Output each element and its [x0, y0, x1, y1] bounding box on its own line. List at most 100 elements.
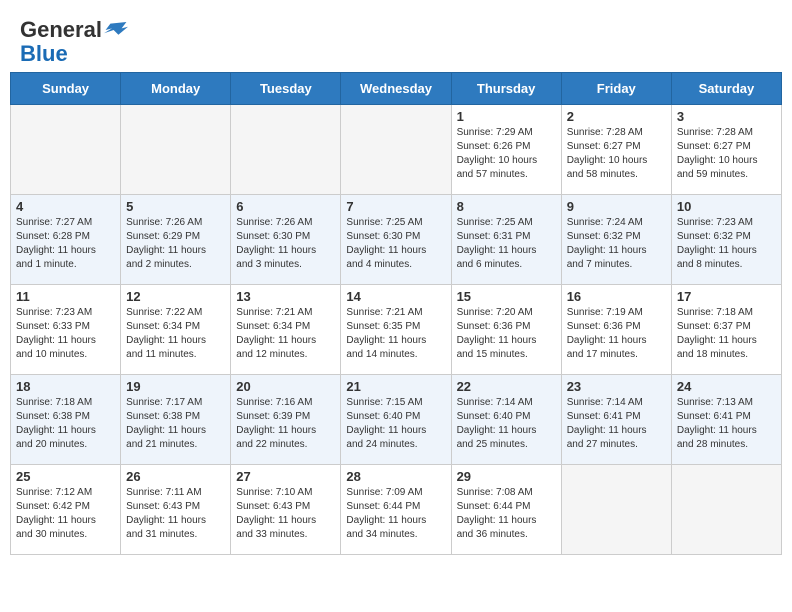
day-number: 2 [567, 109, 666, 124]
day-info: Sunrise: 7:25 AM Sunset: 6:31 PM Dayligh… [457, 216, 556, 272]
day-info: Sunrise: 7:28 AM Sunset: 6:27 PM Dayligh… [677, 126, 776, 182]
day-info: Sunrise: 7:24 AM Sunset: 6:32 PM Dayligh… [567, 216, 666, 272]
calendar-cell: 11Sunrise: 7:23 AM Sunset: 6:33 PM Dayli… [11, 285, 121, 375]
logo-general-text: General [20, 18, 102, 42]
day-number: 7 [346, 199, 445, 214]
calendar-header-row: SundayMondayTuesdayWednesdayThursdayFrid… [11, 73, 782, 105]
day-info: Sunrise: 7:09 AM Sunset: 6:44 PM Dayligh… [346, 486, 445, 542]
day-info: Sunrise: 7:18 AM Sunset: 6:37 PM Dayligh… [677, 306, 776, 362]
day-number: 5 [126, 199, 225, 214]
day-info: Sunrise: 7:14 AM Sunset: 6:41 PM Dayligh… [567, 396, 666, 452]
calendar-cell: 28 Sunrise: 7:09 AM Sunset: 6:44 PM Dayli… [341, 465, 451, 555]
calendar-cell: 14 Sunrise: 7:21 AM Sunset: 6:35 PM Dayli… [341, 285, 451, 375]
day-of-week-header: Thursday [451, 73, 561, 105]
day-info: Sunrise: 7:20 AM Sunset: 6:36 PM Dayligh… [457, 306, 556, 362]
day-info: Sunrise: 7:18 AM Sunset: 6:38 PM Dayligh… [16, 396, 115, 452]
calendar-cell: 6 Sunrise: 7:26 AM Sunset: 6:30 PM Daylig… [231, 195, 341, 285]
calendar-cell: 21 Sunrise: 7:15 AM Sunset: 6:40 PM Dayli… [341, 375, 451, 465]
calendar-cell: 23 Sunrise: 7:14 AM Sunset: 6:41 PM Dayli… [561, 375, 671, 465]
calendar-week-row: 11Sunrise: 7:23 AM Sunset: 6:33 PM Dayli… [11, 285, 782, 375]
day-number: 19 [126, 379, 225, 394]
day-number: 3 [677, 109, 776, 124]
calendar-cell: 24 Sunrise: 7:13 AM Sunset: 6:41 PM Dayli… [671, 375, 781, 465]
calendar-cell [341, 105, 451, 195]
calendar-cell: 27 Sunrise: 7:10 AM Sunset: 6:43 PM Dayli… [231, 465, 341, 555]
day-number: 6 [236, 199, 335, 214]
day-info: Sunrise: 7:21 AM Sunset: 6:35 PM Dayligh… [346, 306, 445, 362]
calendar-cell: 3 Sunrise: 7:28 AM Sunset: 6:27 PM Daylig… [671, 105, 781, 195]
day-of-week-header: Tuesday [231, 73, 341, 105]
day-info: Sunrise: 7:28 AM Sunset: 6:27 PM Dayligh… [567, 126, 666, 182]
calendar-table: SundayMondayTuesdayWednesdayThursdayFrid… [10, 72, 782, 555]
calendar-cell [671, 465, 781, 555]
day-number: 26 [126, 469, 225, 484]
calendar-cell: 20Sunrise: 7:16 AM Sunset: 6:39 PM Dayli… [231, 375, 341, 465]
calendar-cell: 17Sunrise: 7:18 AM Sunset: 6:37 PM Dayli… [671, 285, 781, 375]
calendar-cell: 9 Sunrise: 7:24 AM Sunset: 6:32 PM Daylig… [561, 195, 671, 285]
day-info: Sunrise: 7:08 AM Sunset: 6:44 PM Dayligh… [457, 486, 556, 542]
logo-bird-icon [104, 18, 128, 42]
day-number: 29 [457, 469, 556, 484]
calendar-cell: 18 Sunrise: 7:18 AM Sunset: 6:38 PM Dayli… [11, 375, 121, 465]
day-number: 12 [126, 289, 225, 304]
calendar-cell: 7 Sunrise: 7:25 AM Sunset: 6:30 PM Daylig… [341, 195, 451, 285]
day-number: 28 [346, 469, 445, 484]
calendar-cell: 5 Sunrise: 7:26 AM Sunset: 6:29 PM Daylig… [121, 195, 231, 285]
logo: General Blue [20, 18, 128, 66]
day-number: 18 [16, 379, 115, 394]
calendar-cell: 10 Sunrise: 7:23 AM Sunset: 6:32 PM Dayli… [671, 195, 781, 285]
calendar-cell: 29 Sunrise: 7:08 AM Sunset: 6:44 PM Dayli… [451, 465, 561, 555]
day-number: 24 [677, 379, 776, 394]
day-info: Sunrise: 7:10 AM Sunset: 6:43 PM Dayligh… [236, 486, 335, 542]
day-number: 23 [567, 379, 666, 394]
calendar-week-row: 4Sunrise: 7:27 AM Sunset: 6:28 PM Daylig… [11, 195, 782, 285]
day-number: 25 [16, 469, 115, 484]
day-info: Sunrise: 7:11 AM Sunset: 6:43 PM Dayligh… [126, 486, 225, 542]
day-info: Sunrise: 7:15 AM Sunset: 6:40 PM Dayligh… [346, 396, 445, 452]
day-number: 22 [457, 379, 556, 394]
day-number: 27 [236, 469, 335, 484]
day-info: Sunrise: 7:14 AM Sunset: 6:40 PM Dayligh… [457, 396, 556, 452]
calendar-cell: 19 Sunrise: 7:17 AM Sunset: 6:38 PM Dayli… [121, 375, 231, 465]
header: General Blue [10, 10, 782, 72]
day-info: Sunrise: 7:23 AM Sunset: 6:33 PM Dayligh… [16, 306, 115, 362]
calendar-cell [11, 105, 121, 195]
day-number: 1 [457, 109, 556, 124]
calendar-cell: 25 Sunrise: 7:12 AM Sunset: 6:42 PM Dayli… [11, 465, 121, 555]
day-number: 8 [457, 199, 556, 214]
calendar-cell: 4Sunrise: 7:27 AM Sunset: 6:28 PM Daylig… [11, 195, 121, 285]
day-info: Sunrise: 7:21 AM Sunset: 6:34 PM Dayligh… [236, 306, 335, 362]
day-of-week-header: Wednesday [341, 73, 451, 105]
day-number: 16 [567, 289, 666, 304]
calendar-week-row: 18 Sunrise: 7:18 AM Sunset: 6:38 PM Dayli… [11, 375, 782, 465]
day-number: 9 [567, 199, 666, 214]
calendar-cell [231, 105, 341, 195]
day-info: Sunrise: 7:17 AM Sunset: 6:38 PM Dayligh… [126, 396, 225, 452]
day-info: Sunrise: 7:13 AM Sunset: 6:41 PM Dayligh… [677, 396, 776, 452]
day-info: Sunrise: 7:12 AM Sunset: 6:42 PM Dayligh… [16, 486, 115, 542]
day-number: 21 [346, 379, 445, 394]
day-info: Sunrise: 7:19 AM Sunset: 6:36 PM Dayligh… [567, 306, 666, 362]
logo-blue-text: Blue [20, 41, 68, 66]
day-of-week-header: Sunday [11, 73, 121, 105]
day-number: 10 [677, 199, 776, 214]
day-number: 14 [346, 289, 445, 304]
calendar-cell: 15Sunrise: 7:20 AM Sunset: 6:36 PM Dayli… [451, 285, 561, 375]
day-info: Sunrise: 7:26 AM Sunset: 6:29 PM Dayligh… [126, 216, 225, 272]
calendar-cell: 13 Sunrise: 7:21 AM Sunset: 6:34 PM Dayli… [231, 285, 341, 375]
calendar-cell: 8 Sunrise: 7:25 AM Sunset: 6:31 PM Daylig… [451, 195, 561, 285]
day-of-week-header: Saturday [671, 73, 781, 105]
calendar-cell [121, 105, 231, 195]
calendar-cell: 26 Sunrise: 7:11 AM Sunset: 6:43 PM Dayli… [121, 465, 231, 555]
calendar-cell: 16 Sunrise: 7:19 AM Sunset: 6:36 PM Dayli… [561, 285, 671, 375]
day-info: Sunrise: 7:16 AM Sunset: 6:39 PM Dayligh… [236, 396, 335, 452]
day-info: Sunrise: 7:26 AM Sunset: 6:30 PM Dayligh… [236, 216, 335, 272]
day-number: 13 [236, 289, 335, 304]
calendar-cell [561, 465, 671, 555]
day-info: Sunrise: 7:25 AM Sunset: 6:30 PM Dayligh… [346, 216, 445, 272]
calendar-cell: 12Sunrise: 7:22 AM Sunset: 6:34 PM Dayli… [121, 285, 231, 375]
calendar-week-row: 25 Sunrise: 7:12 AM Sunset: 6:42 PM Dayli… [11, 465, 782, 555]
day-info: Sunrise: 7:27 AM Sunset: 6:28 PM Dayligh… [16, 216, 115, 272]
day-info: Sunrise: 7:23 AM Sunset: 6:32 PM Dayligh… [677, 216, 776, 272]
calendar-cell: 1Sunrise: 7:29 AM Sunset: 6:26 PM Daylig… [451, 105, 561, 195]
